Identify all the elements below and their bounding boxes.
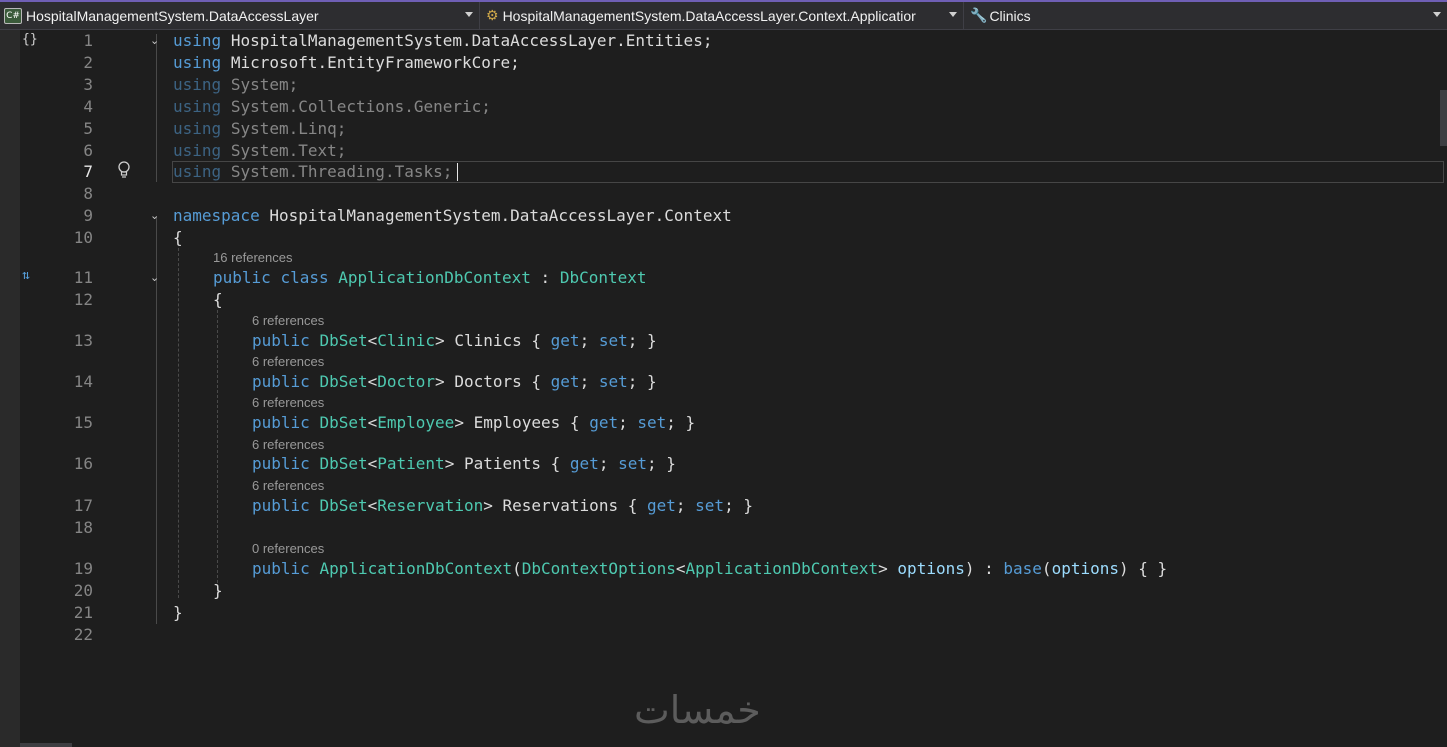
code-line: 17 public DbSet<Reservation> Reservation… bbox=[20, 495, 1447, 517]
line-number: 12 bbox=[73, 290, 93, 309]
code-text: public DbSet<Reservation> Reservations {… bbox=[252, 496, 753, 515]
code-line: 14 public DbSet<Doctor> Doctors { get; s… bbox=[20, 371, 1447, 393]
line-number: 3 bbox=[83, 75, 93, 94]
code-text: using System; bbox=[173, 75, 299, 94]
project-dropdown-label: HospitalManagementSystem.DataAccessLayer bbox=[26, 7, 319, 24]
code-line: 22 bbox=[20, 624, 1447, 646]
type-dropdown-label: HospitalManagementSystem.DataAccessLayer… bbox=[502, 7, 916, 24]
navigation-bar: C# HospitalManagementSystem.DataAccessLa… bbox=[0, 2, 1447, 30]
code-line: 12 { bbox=[20, 289, 1447, 311]
code-text: using System.Text; bbox=[173, 141, 347, 160]
line-number: 15 bbox=[73, 413, 93, 432]
code-text: public DbSet<Doctor> Doctors { get; set;… bbox=[252, 372, 657, 391]
code-text: using System.Threading.Tasks; bbox=[173, 162, 453, 181]
line-number: 20 bbox=[73, 581, 93, 600]
code-text: using HospitalManagementSystem.DataAcces… bbox=[173, 31, 713, 50]
line-number: 1 bbox=[83, 31, 93, 50]
watermark: خمسات bbox=[634, 688, 761, 732]
project-dropdown[interactable]: C# HospitalManagementSystem.DataAccessLa… bbox=[0, 2, 480, 29]
code-editor[interactable]: {} ⇅ 1 ⌄ using HospitalManagementSystem.… bbox=[20, 30, 1447, 747]
line-number: 8 bbox=[83, 184, 93, 203]
text-cursor bbox=[457, 163, 458, 181]
code-text: public class ApplicationDbContext : DbCo… bbox=[213, 268, 647, 287]
member-dropdown[interactable]: 🔧 Clinics bbox=[966, 2, 1447, 29]
code-line: 7 using System.Threading.Tasks; bbox=[20, 161, 1447, 183]
chevron-down-icon bbox=[1433, 12, 1441, 17]
line-number: 13 bbox=[73, 331, 93, 350]
code-line: 20 } bbox=[20, 580, 1447, 602]
codelens-references[interactable]: 6 references bbox=[252, 354, 324, 370]
code-line: 21 } bbox=[20, 602, 1447, 624]
code-line: 11 ⌄ public class ApplicationDbContext :… bbox=[20, 267, 1447, 289]
code-text: using System.Collections.Generic; bbox=[173, 97, 491, 116]
collapse-chevron-icon[interactable]: ⌄ bbox=[150, 210, 160, 221]
code-text: { bbox=[173, 228, 183, 247]
line-number: 10 bbox=[73, 228, 93, 247]
horizontal-scrollbar[interactable] bbox=[20, 743, 72, 747]
code-text: public ApplicationDbContext(DbContextOpt… bbox=[252, 559, 1168, 578]
code-text: { bbox=[213, 290, 223, 309]
code-line: 10 { bbox=[20, 227, 1447, 249]
code-line: 5 using System.Linq; bbox=[20, 118, 1447, 140]
code-text: using Microsoft.EntityFrameworkCore; bbox=[173, 53, 520, 72]
code-text: } bbox=[213, 581, 223, 600]
codelens-references[interactable]: 6 references bbox=[252, 478, 324, 494]
code-text: namespace HospitalManagementSystem.DataA… bbox=[173, 206, 732, 225]
line-number: 4 bbox=[83, 97, 93, 116]
code-text: using System.Linq; bbox=[173, 119, 347, 138]
code-line: 15 public DbSet<Employee> Employees { ge… bbox=[20, 412, 1447, 434]
codelens-references[interactable]: 6 references bbox=[252, 437, 324, 453]
line-number: 18 bbox=[73, 518, 93, 537]
vertical-scrollbar[interactable] bbox=[1440, 90, 1447, 146]
chevron-down-icon bbox=[949, 12, 957, 17]
codelens-references[interactable]: 16 references bbox=[213, 250, 293, 266]
code-line: 18 bbox=[20, 517, 1447, 539]
line-number: 7 bbox=[83, 162, 93, 181]
code-line: 3 using System; bbox=[20, 74, 1447, 96]
code-text: } bbox=[173, 603, 183, 622]
line-number: 21 bbox=[73, 603, 93, 622]
collapse-chevron-icon[interactable]: ⌄ bbox=[150, 35, 160, 46]
code-line: 8 bbox=[20, 183, 1447, 205]
line-number: 5 bbox=[83, 119, 93, 138]
code-line: 6 using System.Text; bbox=[20, 140, 1447, 162]
codelens-references[interactable]: 6 references bbox=[252, 313, 324, 329]
line-number: 2 bbox=[83, 53, 93, 72]
codelens-references[interactable]: 0 references bbox=[252, 541, 324, 557]
chevron-down-icon bbox=[465, 12, 473, 17]
type-dropdown[interactable]: ⚙ HospitalManagementSystem.DataAccessLay… bbox=[482, 2, 964, 29]
code-line: 4 using System.Collections.Generic; bbox=[20, 96, 1447, 118]
class-icon: ⚙ bbox=[486, 7, 499, 23]
line-number: 22 bbox=[73, 625, 93, 644]
line-number: 17 bbox=[73, 496, 93, 515]
code-line: 19 public ApplicationDbContext(DbContext… bbox=[20, 558, 1447, 580]
code-text: public DbSet<Clinic> Clinics { get; set;… bbox=[252, 331, 657, 350]
line-number: 6 bbox=[83, 141, 93, 160]
code-line: 2 using Microsoft.EntityFrameworkCore; bbox=[20, 52, 1447, 74]
collapse-chevron-icon[interactable]: ⌄ bbox=[150, 272, 160, 283]
member-dropdown-label: Clinics bbox=[989, 7, 1031, 24]
line-number: 14 bbox=[73, 372, 93, 391]
code-line: 1 ⌄ using HospitalManagementSystem.DataA… bbox=[20, 30, 1447, 52]
codelens-references[interactable]: 6 references bbox=[252, 395, 324, 411]
code-line: 9 ⌄ namespace HospitalManagementSystem.D… bbox=[20, 205, 1447, 227]
line-number: 19 bbox=[73, 559, 93, 578]
wrench-icon: 🔧 bbox=[970, 7, 988, 23]
code-text: public DbSet<Patient> Patients { get; se… bbox=[252, 454, 676, 473]
code-line: 16 public DbSet<Patient> Patients { get;… bbox=[20, 453, 1447, 475]
line-number: 9 bbox=[83, 206, 93, 225]
code-line: 13 public DbSet<Clinic> Clinics { get; s… bbox=[20, 330, 1447, 352]
code-text: public DbSet<Employee> Employees { get; … bbox=[252, 413, 696, 432]
indicator-margin bbox=[0, 30, 20, 747]
line-number: 11 bbox=[73, 268, 93, 287]
line-number: 16 bbox=[73, 454, 93, 473]
csharp-project-icon: C# bbox=[4, 7, 22, 24]
